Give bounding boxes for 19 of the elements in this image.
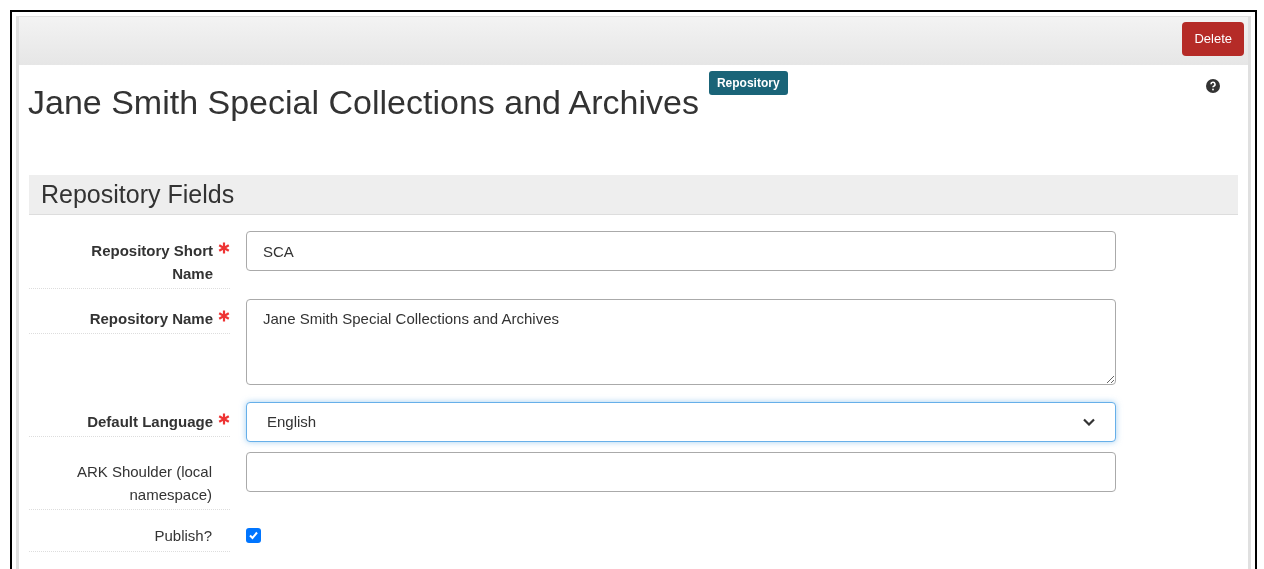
field-label: Publish? (153, 526, 212, 546)
page-title: Jane Smith Special Collections and Archives (28, 82, 699, 123)
help-icon[interactable] (1206, 79, 1220, 93)
text-field[interactable] (246, 452, 1116, 492)
language-select[interactable]: English (246, 402, 1116, 442)
asterisk-icon (218, 242, 230, 254)
field-label: ARK Shoulder (local namespace) (75, 462, 212, 505)
asterisk-icon (218, 310, 230, 322)
publish-checkbox[interactable] (246, 528, 261, 543)
field-label: Repository Name (88, 309, 213, 329)
repository-badge: Repository (708, 71, 788, 95)
delete-button[interactable]: Delete (1182, 22, 1244, 56)
field-label: Repository Short Name (90, 241, 213, 284)
text-field[interactable]: SCA (246, 231, 1116, 271)
chevron-down-icon (1083, 418, 1095, 426)
asterisk-icon (218, 413, 230, 425)
field-label: Default Language (86, 412, 213, 432)
section-title: Repository Fields (41, 178, 235, 210)
text-area[interactable]: Jane Smith Special Collections and Archives (246, 299, 1116, 385)
